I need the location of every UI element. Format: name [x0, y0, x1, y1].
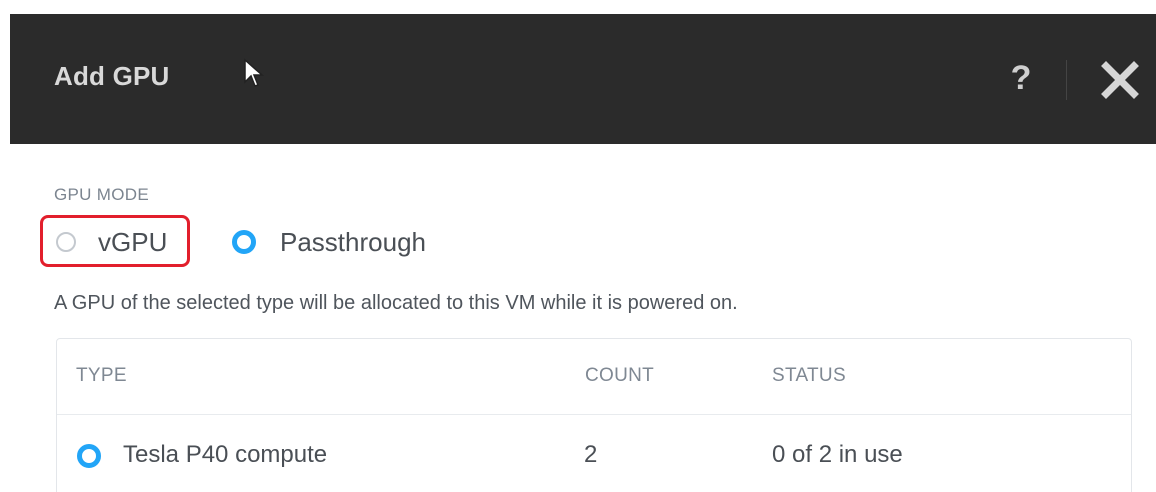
help-button[interactable]: ?: [1006, 58, 1036, 98]
gpu-count-cell: 2: [584, 441, 598, 468]
gpu-status-cell: 0 of 2 in use: [772, 441, 903, 468]
vgpu-radio-button[interactable]: [56, 232, 76, 252]
dialog-title: Add GPU: [54, 61, 170, 91]
gpu-type-cell: Tesla P40 compute: [123, 441, 328, 468]
column-header-count: COUNT: [585, 365, 655, 386]
row-select-radio[interactable]: [77, 444, 101, 468]
passthrough-radio-label: Passthrough: [280, 226, 426, 257]
column-header-type: TYPE: [76, 365, 127, 386]
column-header-status: STATUS: [772, 365, 846, 386]
passthrough-radio-button[interactable]: [232, 230, 256, 254]
close-icon: [1101, 61, 1139, 99]
gpu-allocation-description: A GPU of the selected type will be alloc…: [54, 292, 738, 314]
passthrough-radio-option[interactable]: Passthrough: [232, 222, 426, 262]
dialog-header: Add GPU ?: [10, 14, 1156, 144]
add-gpu-dialog: Add GPU ? GPU MODE vGPU Passthrough A GP…: [0, 0, 1156, 492]
vgpu-radio-option[interactable]: vGPU: [56, 222, 167, 262]
mouse-cursor-icon: [244, 58, 264, 87]
header-divider: [1066, 60, 1067, 100]
gpu-mode-label: GPU MODE: [54, 185, 149, 204]
table-header-divider: [57, 414, 1131, 415]
vgpu-radio-label: vGPU: [98, 226, 168, 257]
table-row[interactable]: Tesla P40 compute 2 0 of 2 in use: [57, 425, 1131, 487]
close-button[interactable]: [1098, 58, 1142, 102]
